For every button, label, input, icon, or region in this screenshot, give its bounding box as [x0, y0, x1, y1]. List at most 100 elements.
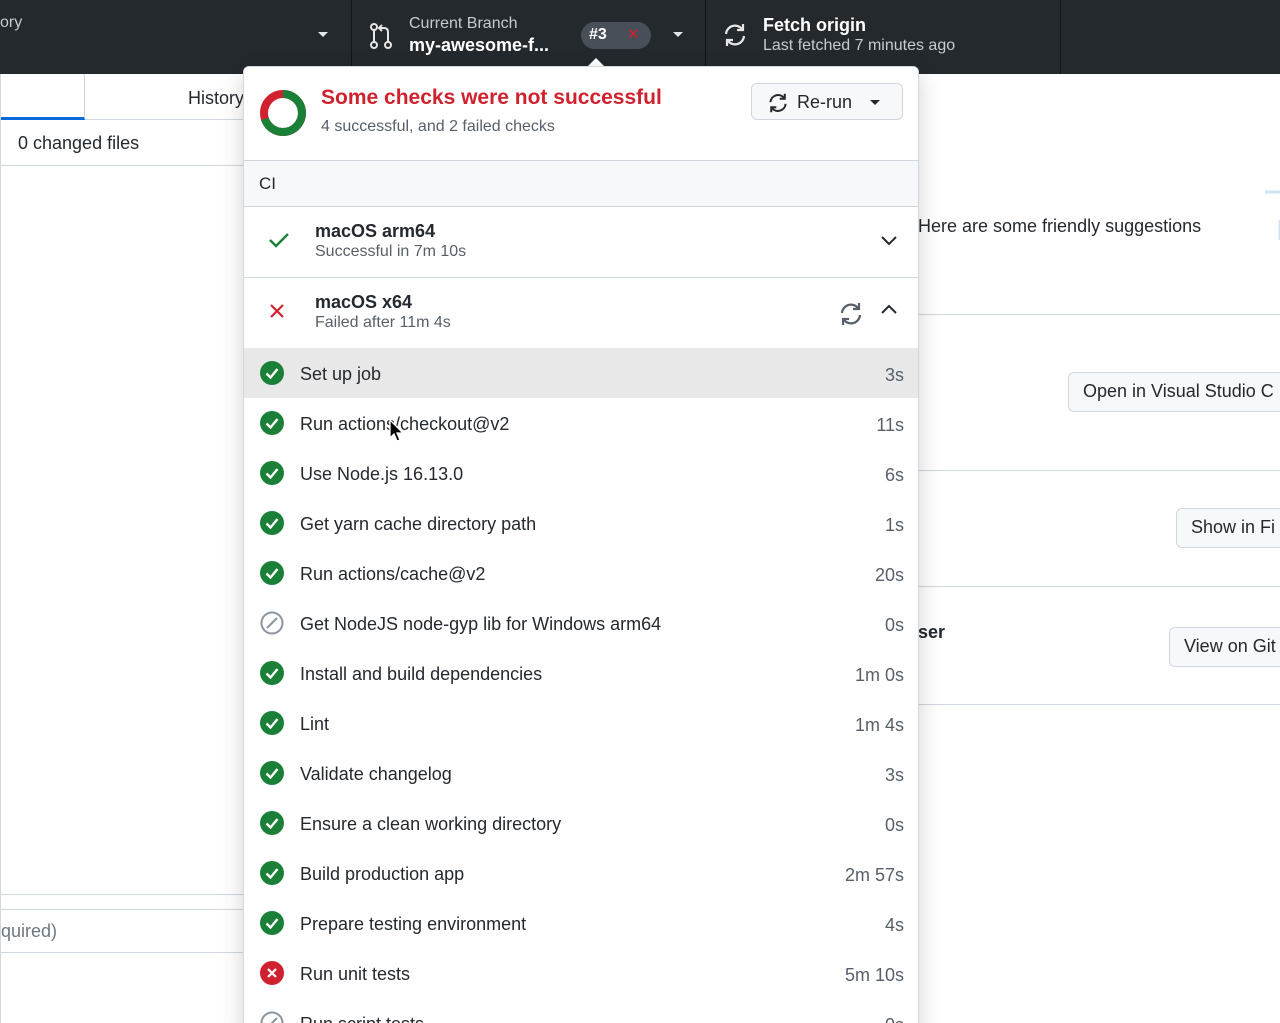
check-step-row[interactable]: Run actions/cache@v2 20s	[244, 548, 918, 598]
tab-history-label: History	[188, 88, 245, 108]
step-name: Lint	[300, 714, 330, 734]
check-circle-icon	[260, 761, 284, 790]
check-step-row[interactable]: Ensure a clean working directory 0s	[244, 798, 918, 848]
check-circle-icon	[260, 661, 284, 690]
check-step-row[interactable]: Set up job 3s	[244, 348, 918, 398]
chevron-up-icon[interactable]	[880, 303, 898, 315]
checks-popover: Some checks were not successful 4 succes…	[243, 66, 919, 1023]
check-job-macos-x64[interactable]: macOS x64 Failed after 11m 4s	[244, 278, 918, 349]
job-detail: Successful in 7m 10s	[315, 243, 467, 260]
check-step-row[interactable]: Get NodeJS node-gyp lib for Windows arm6…	[244, 598, 918, 648]
check-step-row[interactable]: Run actions/checkout@v2 11s	[244, 398, 918, 448]
step-name: Use Node.js 16.13.0	[300, 464, 464, 484]
step-duration: 20s	[874, 565, 904, 585]
check-step-row[interactable]: Prepare testing environment 4s	[244, 898, 918, 948]
repository-label: ory	[0, 14, 23, 31]
left-sidebar: History 0 changed files quired)	[0, 74, 245, 1023]
step-name: Prepare testing environment	[300, 914, 527, 934]
check-circle-icon	[260, 361, 284, 390]
commit-summary-input[interactable]: quired)	[1, 909, 245, 953]
check-group-name: CI	[259, 174, 276, 193]
chevron-down-icon	[673, 32, 683, 37]
check-step-row[interactable]: Use Node.js 16.13.0 6s	[244, 448, 918, 498]
changed-files-count: 0 changed files	[18, 133, 140, 153]
open-in-editor-button[interactable]: Open in Visual Studio C	[1068, 372, 1280, 412]
checks-header: Some checks were not successful 4 succes…	[244, 67, 918, 161]
tab-changes[interactable]	[1, 74, 85, 120]
step-name: Run unit tests	[300, 964, 411, 984]
popover-caret	[588, 58, 604, 66]
divider	[918, 704, 1280, 705]
fetch-origin-button[interactable]: Fetch origin Last fetched 7 minutes ago	[707, 0, 1061, 74]
check-circle-icon	[260, 511, 284, 540]
tab-history[interactable]: History	[85, 74, 245, 120]
pr-number: #3	[589, 26, 607, 43]
skip-icon	[260, 1011, 284, 1023]
step-duration: 1m 4s	[854, 715, 904, 735]
step-duration: 3s	[884, 765, 904, 785]
fetch-title: Fetch origin	[763, 15, 866, 35]
job-name: macOS arm64	[315, 221, 436, 241]
mouse-cursor-icon	[389, 419, 405, 442]
view-in-browser-text: ser	[918, 622, 946, 642]
check-step-row[interactable]: Run unit tests 5m 10s	[244, 948, 918, 998]
chevron-down-icon	[870, 100, 880, 105]
fetch-subtitle: Last fetched 7 minutes ago	[763, 37, 956, 54]
sync-icon	[769, 93, 787, 113]
pr-failure-icon: ✕	[627, 26, 640, 43]
x-icon	[270, 304, 284, 318]
check-step-row[interactable]: Lint 1m 4s	[244, 698, 918, 748]
commit-area: quired)	[1, 894, 245, 1023]
view-on-github-button[interactable]: View on Git	[1169, 627, 1280, 667]
skip-icon	[260, 611, 284, 640]
step-duration: 4s	[884, 915, 904, 935]
check-circle-icon	[260, 561, 284, 590]
branch-name: my-awesome-f...	[409, 35, 550, 55]
check-circle-icon	[260, 411, 284, 440]
show-in-finder-button[interactable]: Show in Fi	[1176, 508, 1280, 548]
job-detail: Failed after 11m 4s	[315, 314, 451, 331]
step-duration: 5m 10s	[844, 965, 904, 985]
step-duration: 3s	[884, 365, 904, 385]
check-icon	[269, 233, 289, 248]
rerun-job-icon[interactable]	[838, 301, 864, 327]
rerun-label: Re-run	[797, 92, 853, 112]
checks-title: Some checks were not successful	[321, 86, 662, 109]
rerun-button[interactable]: Re-run	[751, 83, 903, 120]
check-step-row[interactable]: Install and build dependencies 1m 0s	[244, 648, 918, 698]
check-step-row[interactable]: Validate changelog 3s	[244, 748, 918, 798]
changed-files-header: 0 changed files	[1, 120, 245, 166]
check-job-macos-arm64[interactable]: macOS arm64 Successful in 7m 10s	[244, 207, 918, 278]
divider	[918, 586, 1280, 587]
check-group-header: CI	[244, 161, 918, 207]
step-name: Install and build dependencies	[300, 664, 543, 684]
step-name: Ensure a clean working directory	[300, 814, 562, 834]
checks-donut-icon	[260, 90, 306, 136]
step-name: Validate changelog	[300, 764, 452, 784]
check-step-row[interactable]: Run script tests 0s	[244, 998, 918, 1023]
step-duration: 11s	[876, 415, 904, 435]
app-toolbar: ory Current Branch my-awesome-f... #3 ✕ …	[0, 0, 1280, 74]
check-step-row[interactable]: Build production app 2m 57s	[244, 848, 918, 898]
step-name: Run actions/cache@v2	[300, 564, 486, 584]
check-step-row[interactable]: Get yarn cache directory path 1s	[244, 498, 918, 548]
sync-icon	[724, 24, 746, 46]
current-repository-button[interactable]: ory	[0, 0, 352, 74]
illustration-icon	[1265, 190, 1280, 240]
current-branch-button[interactable]: Current Branch my-awesome-f... #3 ✕	[353, 0, 706, 74]
check-steps-list: Set up job 3s Run actions/checkout@v2 11s Us…	[244, 348, 918, 1023]
step-duration: 0s	[884, 815, 904, 835]
step-duration: 2m 57s	[844, 865, 904, 885]
job-name: macOS x64	[315, 292, 413, 312]
step-duration: 1m 0s	[854, 665, 904, 685]
check-circle-icon	[260, 811, 284, 840]
step-duration: 1s	[884, 515, 904, 535]
step-name: Set up job	[300, 364, 382, 384]
main-content: Here are some friendly suggestions Open …	[918, 74, 1280, 1023]
check-circle-icon	[260, 911, 284, 940]
pr-status-badge[interactable]: #3 ✕	[581, 22, 651, 49]
step-duration: 0s	[884, 615, 904, 635]
check-circle-icon	[260, 861, 284, 890]
step-name: Build production app	[300, 864, 465, 884]
chevron-down-icon[interactable]	[880, 235, 898, 247]
